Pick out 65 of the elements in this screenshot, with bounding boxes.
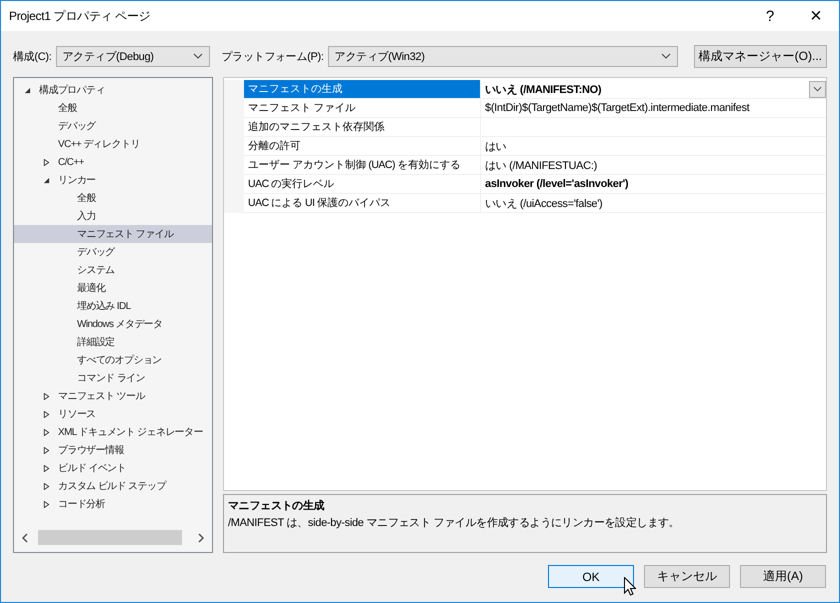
expand-arrow-icon[interactable] <box>43 500 50 508</box>
chevron-down-icon <box>660 53 671 59</box>
property-value: いいえ (/MANIFEST:NO) <box>485 82 602 96</box>
configuration-label: 構成(C): <box>13 50 52 64</box>
description-title: マニフェストの生成 <box>228 498 326 513</box>
tree-item[interactable]: すべてのオプション <box>14 351 212 369</box>
tree-item[interactable]: 最適化 <box>14 279 212 297</box>
property-name[interactable]: マニフェスト ファイル <box>244 99 481 118</box>
mouse-cursor-icon <box>624 577 636 596</box>
property-name[interactable]: ユーザー アカウント制御 (UAC) を有効にする <box>244 156 481 175</box>
description-text: /MANIFEST は、side-by-side マニフェスト ファイルを作成するようにリンカーを設定します。 <box>228 516 680 530</box>
property-name[interactable]: UAC の実行レベル <box>244 175 481 194</box>
configuration-manager-button[interactable]: 構成マネージャー(O)... <box>694 44 827 68</box>
tree-item[interactable]: 詳細設定 <box>14 333 212 351</box>
tree-item[interactable]: ビルド イベント <box>14 459 212 477</box>
tree-item[interactable]: 入力 <box>14 207 212 225</box>
chevron-down-icon <box>192 53 203 59</box>
tree-item[interactable]: VC++ ディレクトリ <box>14 135 212 153</box>
tree-item[interactable]: デバッグ <box>14 243 212 261</box>
collapse-arrow-icon[interactable] <box>43 176 50 184</box>
expand-arrow-icon[interactable] <box>43 410 50 418</box>
window-title: Project1 プロパティ ページ <box>9 8 150 24</box>
tree-item[interactable]: Windows メタデータ <box>14 315 212 333</box>
chevron-down-icon <box>813 86 822 92</box>
property-name[interactable]: 分離の許可 <box>244 137 481 156</box>
property-value: asInvoker (/level='asInvoker') <box>485 178 630 190</box>
tree-item[interactable]: 全般 <box>14 99 212 117</box>
tree-item[interactable]: リンカー <box>14 171 212 189</box>
property-value: $(IntDir)$(TargetName)$(TargetExt).intermediate.manifest <box>485 102 751 114</box>
tree-item[interactable]: 埋め込み IDL <box>14 297 212 315</box>
property-name[interactable]: マニフェストの生成 <box>244 80 481 99</box>
property-value: はい <box>485 140 508 154</box>
help-button[interactable]: ? <box>747 1 793 31</box>
scrollbar-thumb[interactable] <box>38 530 182 545</box>
tree-item[interactable]: システム <box>14 261 212 279</box>
configuration-dropdown[interactable]: アクティブ(Debug) <box>56 46 210 66</box>
expand-arrow-icon[interactable] <box>43 464 50 472</box>
platform-dropdown[interactable]: アクティブ(Win32) <box>328 46 678 66</box>
expand-arrow-icon[interactable] <box>43 482 50 490</box>
tree-item[interactable]: 構成プロパティ <box>14 81 212 99</box>
platform-label: プラットフォーム(P): <box>222 50 324 64</box>
property-value: いいえ (/uiAccess='false') <box>485 196 604 210</box>
tree-item[interactable]: 全般 <box>14 189 212 207</box>
tree-item[interactable]: XML ドキュメント ジェネレーター <box>14 423 212 441</box>
dialog-button[interactable]: キャンセル <box>644 565 730 588</box>
tree-item[interactable]: マニフェスト ファイル <box>14 225 212 243</box>
dropdown-button[interactable] <box>809 80 826 98</box>
tree-item[interactable]: カスタム ビルド ステップ <box>14 477 212 495</box>
expand-arrow-icon[interactable] <box>43 428 50 436</box>
tree-item[interactable]: コード分析 <box>14 495 212 513</box>
expand-arrow-icon[interactable] <box>43 392 50 400</box>
property-name[interactable]: UAC による UI 保護のバイパス <box>244 194 481 213</box>
tree-item[interactable]: デバッグ <box>14 117 212 135</box>
tree-item[interactable]: マニフェスト ツール <box>14 387 212 405</box>
tree-item[interactable]: リソース <box>14 405 212 423</box>
close-button[interactable]: × <box>793 1 839 31</box>
dialog-button[interactable]: 適用(A) <box>740 565 826 588</box>
expand-arrow-icon[interactable] <box>43 158 50 166</box>
property-name[interactable]: 追加のマニフェスト依存関係 <box>244 118 481 137</box>
expand-arrow-icon[interactable] <box>43 446 50 454</box>
tree-item[interactable]: ブラウザー情報 <box>14 441 212 459</box>
collapse-arrow-icon[interactable] <box>24 86 31 94</box>
tree-item[interactable]: C/C++ <box>14 153 212 171</box>
property-value: はい (/MANIFESTUAC:) <box>485 158 598 172</box>
tree-item[interactable]: コマンド ライン <box>14 369 212 387</box>
